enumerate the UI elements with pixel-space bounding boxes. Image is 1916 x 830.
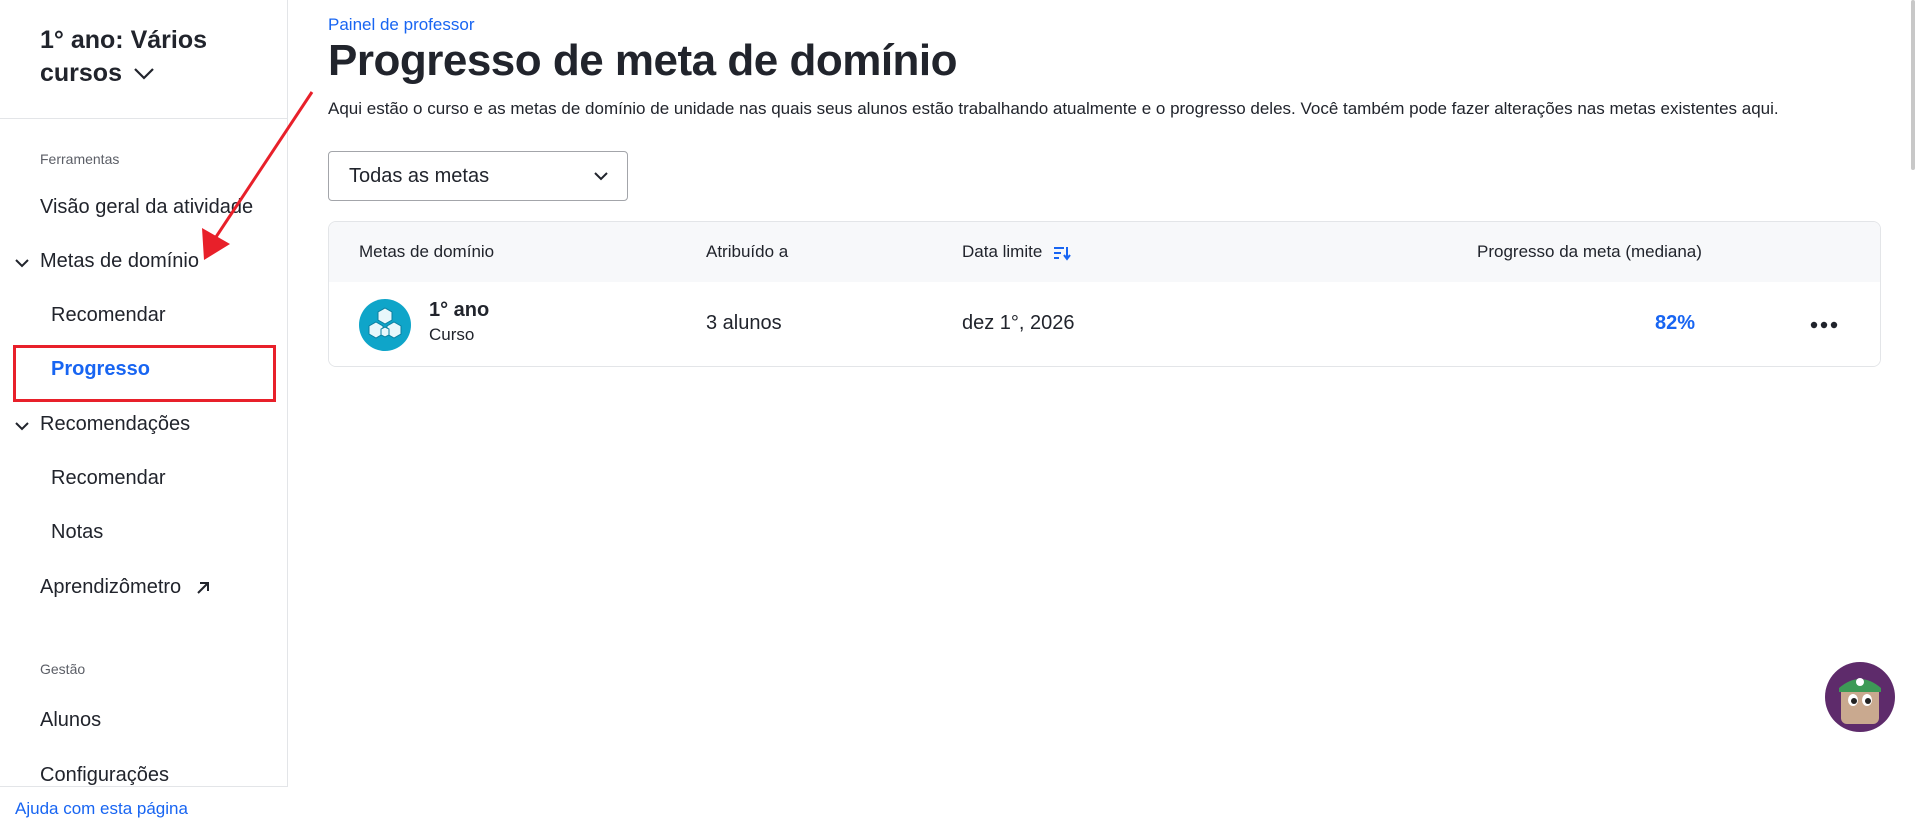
column-header-goals: Metas de domínio (359, 242, 495, 261)
page-description: Aqui estão o curso e as metas de domínio… (328, 99, 1779, 118)
breadcrumb[interactable]: Painel de professor (328, 15, 474, 35)
course-title-label: 1° ano: Vários cursos (40, 26, 207, 87)
assistant-avatar-icon (1839, 678, 1881, 724)
section-label-management: Gestão (40, 661, 86, 677)
goals-filter-value: Todas as metas (349, 165, 490, 187)
column-header-progress: Progresso da meta (mediana) (1477, 242, 1702, 261)
due-date: dez 1°, 2026 (962, 312, 1075, 334)
chevron-down-icon (134, 68, 154, 80)
sidebar-item-learnometer[interactable]: Aprendizômetro (40, 576, 211, 599)
column-header-due-date[interactable]: Data limite (962, 242, 1071, 262)
sidebar-item-recommendations[interactable]: Recomendações (40, 413, 190, 436)
course-selector[interactable]: 1° ano: Vários cursos (40, 24, 270, 90)
sidebar-item-grades[interactable]: Notas (51, 521, 103, 544)
table-header: Metas de domínio Atribuído a Data limite… (329, 222, 1880, 282)
sort-icon (1054, 246, 1071, 261)
goals-filter-select[interactable]: Todas as metas (328, 151, 628, 201)
assigned-to: 3 alunos (706, 312, 782, 334)
goals-table: Metas de domínio Atribuído a Data limite… (328, 221, 1881, 367)
assistant-avatar-button[interactable] (1825, 662, 1895, 732)
goal-title[interactable]: 1° ano (429, 299, 489, 322)
more-options-icon[interactable] (1808, 312, 1840, 338)
sidebar-item-mastery-goals[interactable]: Metas de domínio (40, 250, 199, 273)
table-row[interactable]: 1° ano Curso 3 alunos dez 1°, 2026 82% (329, 282, 1880, 366)
column-header-assigned: Atribuído a (706, 242, 789, 261)
sidebar-item-students[interactable]: Alunos (40, 709, 101, 732)
course-blocks-icon (359, 299, 411, 351)
column-header-due-date-label: Data limite (962, 242, 1043, 261)
page-title: Progresso de meta de domínio (328, 36, 958, 85)
help-link[interactable]: Ajuda com esta página (15, 799, 188, 819)
external-link-icon (197, 581, 209, 594)
chevron-down-icon[interactable] (14, 255, 30, 271)
chevron-down-icon (594, 172, 608, 181)
goal-progress[interactable]: 82% (1655, 312, 1695, 335)
sidebar-item-progress[interactable]: Progresso (51, 358, 150, 381)
goal-type: Curso (429, 325, 475, 344)
sidebar-item-settings[interactable]: Configurações (40, 764, 169, 787)
section-label-tools: Ferramentas (40, 151, 120, 167)
scrollbar-thumb[interactable] (1911, 0, 1915, 170)
sidebar-item-mastery-recommend[interactable]: Recomendar (51, 304, 166, 327)
chevron-down-icon[interactable] (14, 418, 30, 434)
sidebar-item-recommendations-recommend[interactable]: Recomendar (51, 467, 166, 490)
sidebar-item-learnometer-label: Aprendizômetro (40, 576, 182, 598)
help-bar: Ajuda com esta página (0, 786, 288, 830)
annotation-arrow (202, 91, 314, 260)
